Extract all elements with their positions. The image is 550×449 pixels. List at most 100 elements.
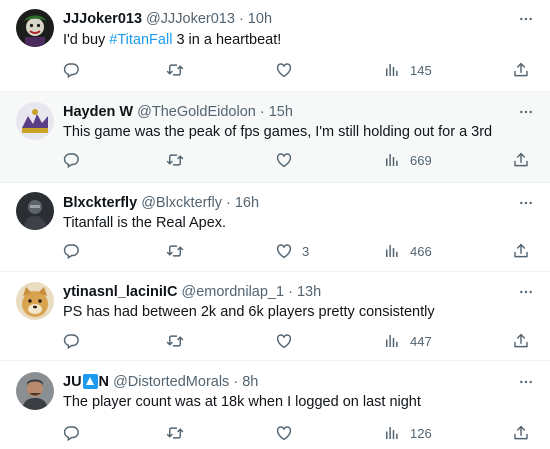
views-count: 145 bbox=[410, 62, 432, 78]
speech-bubble-icon bbox=[62, 242, 80, 260]
reply-button[interactable] bbox=[62, 150, 80, 170]
share-upload-icon bbox=[512, 332, 530, 350]
views-button[interactable]: 126 bbox=[383, 423, 432, 443]
tweet-text-before: I'd buy bbox=[63, 32, 110, 48]
bar-chart-icon bbox=[383, 424, 401, 442]
hashtag-link[interactable]: #TitanFall bbox=[109, 32, 172, 48]
share-upload-icon bbox=[512, 242, 530, 260]
avatar[interactable] bbox=[16, 192, 54, 230]
more-dots-icon[interactable] bbox=[516, 194, 536, 212]
retweet-button[interactable] bbox=[166, 331, 184, 351]
speech-bubble-icon bbox=[62, 151, 80, 169]
share-button[interactable] bbox=[512, 150, 530, 170]
retweet-arrows-icon bbox=[166, 61, 184, 79]
like-button[interactable] bbox=[275, 150, 293, 170]
tweet-text: PS has had between 2k and 6k players pre… bbox=[63, 304, 435, 320]
tweet-header: JU N @DistortedMorals · 8h bbox=[63, 373, 510, 391]
more-dots-icon[interactable] bbox=[516, 10, 536, 28]
heart-icon bbox=[275, 151, 293, 169]
more-dots-icon[interactable] bbox=[516, 103, 536, 121]
bar-chart-icon bbox=[383, 151, 401, 169]
heart-icon bbox=[275, 424, 293, 442]
like-button[interactable] bbox=[275, 331, 293, 351]
like-count: 3 bbox=[302, 243, 310, 259]
reply-button[interactable] bbox=[62, 60, 80, 80]
display-name-suffix: N bbox=[98, 374, 110, 390]
handle[interactable]: @emordnilap_1 bbox=[181, 284, 284, 300]
views-count: 126 bbox=[410, 425, 432, 441]
action-bar: 447 bbox=[0, 331, 550, 351]
heart-icon bbox=[275, 332, 293, 350]
tweet[interactable]: ytinasnl_laciniIC @emordnilap_1 · 13h PS… bbox=[0, 272, 550, 361]
share-button[interactable] bbox=[512, 331, 530, 351]
tweet[interactable]: Blxckterfly @Blxckterfly · 16h Titanfall… bbox=[0, 183, 550, 272]
tweet-text: Titanfall is the Real Apex. bbox=[63, 215, 227, 231]
avatar[interactable] bbox=[16, 9, 54, 47]
action-bar: 669 bbox=[0, 150, 550, 170]
tweet-header: ytinasnl_laciniIC @emordnilap_1 · 13h bbox=[63, 283, 510, 301]
tweet[interactable]: Hayden W @TheGoldEidolon · 15h This game… bbox=[0, 92, 550, 183]
reply-button[interactable] bbox=[62, 241, 80, 261]
views-count: 669 bbox=[410, 152, 432, 168]
speech-bubble-icon bbox=[62, 61, 80, 79]
timestamp[interactable]: · 13h bbox=[288, 284, 321, 300]
display-name[interactable]: JU N bbox=[63, 374, 109, 390]
handle[interactable]: @Blxckterfly bbox=[141, 195, 222, 211]
views-button[interactable]: 447 bbox=[383, 331, 432, 351]
like-button[interactable] bbox=[275, 60, 293, 80]
views-button[interactable]: 669 bbox=[383, 150, 432, 170]
retweet-button[interactable] bbox=[166, 150, 184, 170]
handle[interactable]: @JJJoker013 bbox=[146, 11, 235, 27]
retweet-arrows-icon bbox=[166, 242, 184, 260]
avatar[interactable] bbox=[16, 372, 54, 410]
tweet[interactable]: JU N @DistortedMorals · 8h The player cou… bbox=[0, 361, 550, 449]
more-dots-icon[interactable] bbox=[516, 283, 536, 301]
display-name[interactable]: JJJoker013 bbox=[63, 11, 142, 27]
avatar[interactable] bbox=[16, 282, 54, 320]
tweet-text: The player count was at 18k when I logge… bbox=[63, 394, 421, 410]
avatar[interactable] bbox=[16, 102, 54, 140]
views-button[interactable]: 145 bbox=[383, 60, 432, 80]
display-name[interactable]: Hayden W bbox=[63, 104, 133, 120]
more-dots-icon[interactable] bbox=[516, 373, 536, 391]
tweet-text: This game was the peak of fps games, I'm… bbox=[63, 124, 493, 140]
tweet[interactable]: JJJoker013 @JJJoker013 · 10h I'd buy #Ti… bbox=[0, 0, 550, 92]
speech-bubble-icon bbox=[62, 332, 80, 350]
timestamp[interactable]: · 8h bbox=[233, 374, 258, 390]
tweet-header: JJJoker013 @JJJoker013 · 10h bbox=[63, 10, 510, 28]
tweet-header: Blxckterfly @Blxckterfly · 16h bbox=[63, 194, 510, 212]
like-button[interactable]: 3 bbox=[275, 241, 309, 261]
reply-button[interactable] bbox=[62, 331, 80, 351]
timestamp[interactable]: · 15h bbox=[260, 104, 293, 120]
display-name[interactable]: Blxckterfly bbox=[63, 195, 137, 211]
retweet-button[interactable] bbox=[166, 423, 184, 443]
share-upload-icon bbox=[512, 424, 530, 442]
timestamp[interactable]: · 10h bbox=[239, 11, 272, 27]
retweet-arrows-icon bbox=[166, 424, 184, 442]
bar-chart-icon bbox=[383, 242, 401, 260]
share-button[interactable] bbox=[512, 60, 530, 80]
share-button[interactable] bbox=[512, 241, 530, 261]
tweet-header: Hayden W @TheGoldEidolon · 15h bbox=[63, 103, 510, 121]
reply-button[interactable] bbox=[62, 423, 80, 443]
handle[interactable]: @DistortedMorals bbox=[113, 374, 229, 390]
bar-chart-icon bbox=[383, 61, 401, 79]
retweet-arrows-icon bbox=[166, 151, 184, 169]
like-button[interactable] bbox=[275, 423, 293, 443]
heart-icon bbox=[275, 242, 293, 260]
tweet-text: I'd buy #TitanFall 3 in a heartbeat! bbox=[63, 31, 534, 50]
handle[interactable]: @TheGoldEidolon bbox=[137, 104, 256, 120]
up-arrow-emoji-icon bbox=[82, 374, 98, 389]
retweet-button[interactable] bbox=[166, 241, 184, 261]
share-button[interactable] bbox=[512, 423, 530, 443]
display-name[interactable]: ytinasnl_laciniIC bbox=[63, 284, 177, 300]
heart-icon bbox=[275, 61, 293, 79]
bar-chart-icon bbox=[383, 332, 401, 350]
timestamp[interactable]: · 16h bbox=[226, 195, 259, 211]
share-upload-icon bbox=[512, 151, 530, 169]
retweet-arrows-icon bbox=[166, 332, 184, 350]
retweet-button[interactable] bbox=[166, 60, 184, 80]
views-button[interactable]: 466 bbox=[383, 241, 432, 261]
display-name-prefix: JU bbox=[63, 374, 82, 390]
action-bar: 145 bbox=[0, 60, 550, 80]
